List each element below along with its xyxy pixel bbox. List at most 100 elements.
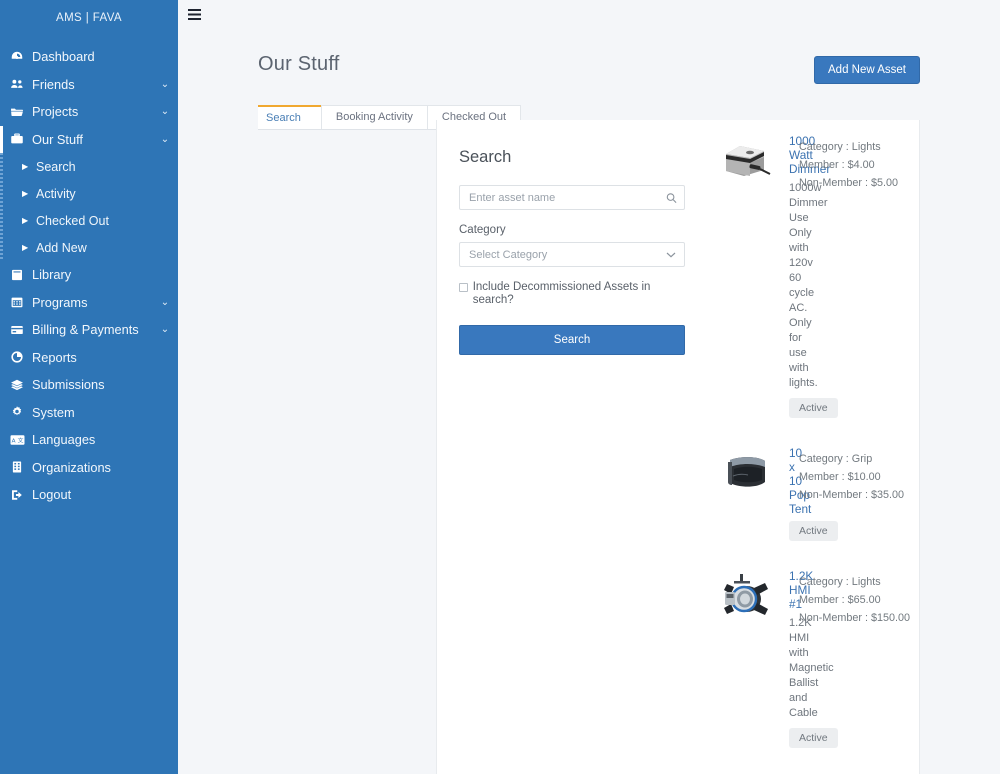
asset-category: Category : Lights (799, 141, 881, 153)
app-root: AMS | FAVA Dashboard Friends ⌄ Projects … (0, 0, 1000, 774)
svg-text:A: A (12, 438, 16, 444)
sidebar-subitem-label: Add New (36, 240, 87, 255)
sidebar-subitem-activity[interactable]: ▶ Activity (0, 180, 178, 207)
sidebar-item-dashboard[interactable]: Dashboard (0, 43, 178, 71)
asset-nonmember-price: Non-Member : $150.00 (799, 612, 911, 624)
asset-nonmember-price: Non-Member : $5.00 (799, 177, 899, 189)
sidebar-item-logout[interactable]: Logout (0, 481, 178, 509)
chevron-right-icon: ▶ (22, 161, 29, 171)
sidebar-subitem-add-new[interactable]: ▶ Add New (0, 234, 178, 261)
sidebar-item-label: Library (32, 267, 72, 283)
add-new-asset-button[interactable]: Add New Asset (814, 56, 920, 84)
status-badge: Active (789, 521, 838, 541)
chevron-down-icon: ⌄ (160, 78, 170, 90)
status-badge: Active (789, 728, 838, 748)
sidebar-subitem-label: Activity (36, 186, 76, 201)
asset-meta: Category : Lights Member : $4.00 Non-Mem… (799, 134, 911, 192)
building-icon (10, 460, 32, 474)
sidebar-item-reports[interactable]: Reports (0, 344, 178, 372)
dashboard-icon (10, 50, 32, 64)
sidebar-item-label: Projects (32, 104, 79, 120)
search-panel-heading: Search (459, 148, 512, 166)
sidebar-subitem-checked-out[interactable]: ▶ Checked Out (0, 207, 178, 234)
sidebar-item-friends[interactable]: Friends ⌄ (0, 71, 178, 99)
chevron-down-icon: ⌄ (160, 324, 170, 336)
layers-icon (10, 378, 32, 392)
search-input[interactable] (459, 185, 685, 210)
asset-list-item[interactable]: 12x12 Butterfly / Arri Frame can be 12 x… (707, 762, 919, 774)
sidebar-item-label: Billing & Payments (32, 322, 139, 338)
sidebar-subitem-search[interactable]: ▶ Search (0, 153, 178, 180)
book-icon (10, 268, 32, 282)
asset-info: 10 x 10 Pop Tent Active (789, 446, 838, 541)
asset-meta: Category : Lights Member : $65.00 Non-Me… (799, 569, 911, 627)
asset-member-price: Member : $65.00 (799, 594, 881, 606)
asset-list-item[interactable]: 1.2K HMI #1 1.2K HMI with Magnetic Balli… (707, 555, 919, 762)
our-stuff-submenu: ▶ Search ▶ Activity ▶ Checked Out ▶ Add … (0, 153, 178, 261)
sidebar-item-programs[interactable]: Programs ⌄ (0, 289, 178, 317)
chevron-right-icon: ▶ (22, 188, 29, 198)
svg-text:文: 文 (18, 436, 24, 444)
sidebar-item-projects[interactable]: Projects ⌄ (0, 98, 178, 126)
chevron-right-icon: ▶ (22, 215, 29, 225)
category-select[interactable]: Select Category (459, 242, 685, 267)
language-icon: A文 (10, 434, 32, 446)
folder-icon (10, 105, 32, 119)
sidebar-item-label: Languages (32, 432, 96, 448)
sidebar: AMS | FAVA Dashboard Friends ⌄ Projects … (0, 0, 178, 774)
tab-booking-activity[interactable]: Booking Activity (320, 105, 428, 129)
include-decommissioned-checkbox[interactable] (459, 283, 468, 292)
sidebar-item-label: Our Stuff (32, 131, 83, 147)
asset-info: 1.2K HMI #1 1.2K HMI with Magnetic Balli… (789, 569, 838, 748)
sidebar-item-label: Programs (32, 294, 88, 310)
search-submit-button[interactable]: Search (459, 325, 685, 355)
chevron-down-icon (666, 251, 676, 258)
sidebar-item-our-stuff[interactable]: Our Stuff ⌄ (0, 125, 178, 154)
gear-icon (10, 405, 32, 419)
category-label: Category (459, 224, 506, 236)
asset-info: 1000 Watt Dimmer 1000w Dimmer Use Only w… (789, 134, 838, 418)
content-card: Search Category Select Category (436, 120, 920, 774)
tab-search[interactable]: Search (258, 105, 322, 129)
briefcase-icon (10, 132, 32, 146)
top-bar (178, 0, 1000, 31)
chevron-right-icon: ▶ (22, 242, 29, 252)
chevron-down-icon: ⌄ (160, 296, 170, 308)
page-title: Our Stuff (258, 53, 340, 75)
sidebar-item-label: System (32, 404, 75, 420)
users-icon (10, 77, 32, 91)
sidebar-item-languages[interactable]: A文 Languages (0, 426, 178, 454)
asset-meta: Category : Grip Member : $10.00 Non-Memb… (799, 446, 911, 504)
search-panel: Search Category Select Category (437, 120, 707, 774)
sidebar-item-billing-payments[interactable]: Billing & Payments ⌄ (0, 316, 178, 344)
asset-list: 1000 Watt Dimmer 1000w Dimmer Use Only w… (707, 120, 919, 774)
asset-name-field-wrapper (459, 185, 685, 210)
sidebar-item-submissions[interactable]: Submissions (0, 371, 178, 399)
piechart-icon (10, 350, 32, 364)
sidebar-item-label: Organizations (32, 459, 111, 475)
sidebar-item-system[interactable]: System (0, 399, 178, 427)
include-decommissioned-label: Include Decommissioned Assets in search? (472, 281, 651, 306)
sidebar-item-label: Submissions (32, 377, 105, 393)
include-decommissioned-row: Include Decommissioned Assets in search? (459, 281, 685, 307)
asset-list-item[interactable]: 1000 Watt Dimmer 1000w Dimmer Use Only w… (707, 120, 919, 432)
asset-nonmember-price: Non-Member : $35.00 (799, 489, 905, 501)
asset-category: Category : Lights (799, 576, 881, 588)
sidebar-item-label: Reports (32, 349, 77, 365)
category-select-value: Select Category (469, 248, 548, 261)
asset-member-price: Member : $10.00 (799, 471, 881, 483)
asset-category: Category : Grip (799, 453, 873, 465)
pop-tent-thumbnail (717, 448, 775, 498)
logout-icon (10, 488, 32, 502)
sidebar-item-organizations[interactable]: Organizations (0, 454, 178, 482)
calendar-icon (10, 295, 32, 309)
sidebar-item-library[interactable]: Library (0, 261, 178, 289)
sidebar-nav: Dashboard Friends ⌄ Projects ⌄ Our Stuff… (0, 43, 178, 509)
hamburger-icon[interactable] (188, 7, 201, 25)
chevron-down-icon: ⌄ (160, 106, 170, 118)
sidebar-subitem-label: Checked Out (36, 213, 109, 228)
sidebar-item-label: Dashboard (32, 49, 95, 65)
card-icon (10, 323, 32, 337)
asset-list-item[interactable]: 10 x 10 Pop Tent Active Category : Grip … (707, 432, 919, 555)
main-area: Our Stuff Add New Asset Search Booking A… (178, 0, 1000, 774)
